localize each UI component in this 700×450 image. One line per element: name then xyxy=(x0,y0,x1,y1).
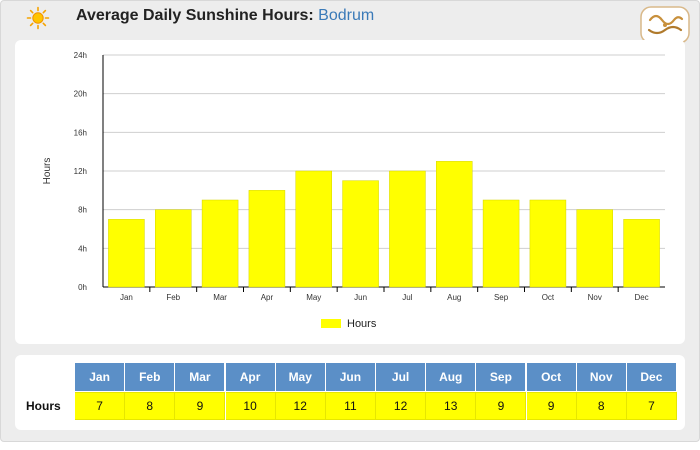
y-tick-label: 8h xyxy=(78,206,87,215)
x-tick-label: Sep xyxy=(494,293,509,302)
bar xyxy=(248,190,286,288)
bar xyxy=(389,170,426,288)
legend-swatch xyxy=(321,319,341,328)
x-tick-label: Mar xyxy=(213,293,227,302)
y-tick-label: 24h xyxy=(74,51,87,60)
bar xyxy=(436,161,473,288)
sunshine-bar-chart: 0h 4h 8h 12h 16h 20h 24h Hours Jan Feb Mar Apr May Ju… xyxy=(42,51,665,330)
x-tick-label: May xyxy=(306,293,321,302)
y-axis-label: Hours xyxy=(42,158,53,185)
y-tick-label: 4h xyxy=(78,244,87,253)
x-tick-label: Jul xyxy=(402,293,412,302)
bar xyxy=(155,209,192,288)
y-tick-label: 20h xyxy=(74,90,87,99)
y-tick-label: 16h xyxy=(74,128,87,137)
x-tick-label: Oct xyxy=(542,293,555,302)
x-tick-label: Feb xyxy=(166,293,180,302)
bar xyxy=(529,199,567,288)
table-panel xyxy=(15,355,685,430)
x-tick-label: Apr xyxy=(261,293,274,302)
x-tick-label: Jan xyxy=(120,293,133,302)
bar xyxy=(623,219,660,288)
y-tick-label: 12h xyxy=(74,167,87,176)
bar xyxy=(482,199,520,288)
bar xyxy=(576,209,613,288)
legend-label: Hours xyxy=(347,318,377,330)
x-tick-label: Jun xyxy=(354,293,367,302)
y-tick-label: 0h xyxy=(78,283,87,292)
bar xyxy=(342,180,379,288)
bar xyxy=(295,170,332,288)
bar xyxy=(201,199,239,288)
x-tick-label: Dec xyxy=(634,293,648,302)
x-tick-label: Aug xyxy=(447,293,461,302)
x-tick-label: Nov xyxy=(588,293,602,302)
bar xyxy=(108,219,145,288)
